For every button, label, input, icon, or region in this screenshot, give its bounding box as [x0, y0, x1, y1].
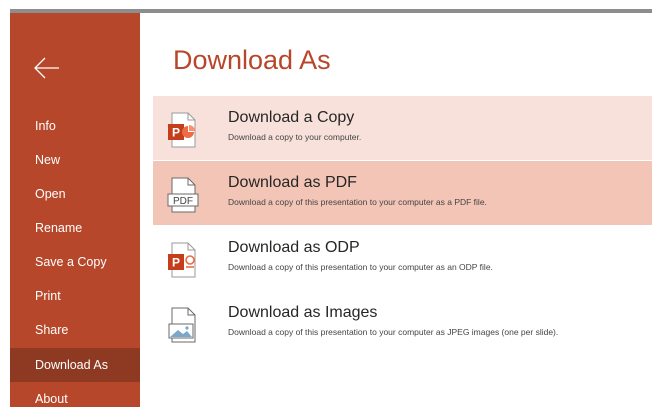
svg-text:PDF: PDF: [173, 196, 193, 207]
option-title: Download as ODP: [228, 239, 360, 256]
sidebar-item-share[interactable]: Share: [10, 313, 140, 347]
sidebar-item-new[interactable]: New: [10, 143, 140, 177]
option-description: Download a copy of this presentation to …: [228, 262, 493, 272]
sidebar-item-open[interactable]: Open: [10, 177, 140, 211]
sidebar-item-info[interactable]: Info: [10, 109, 140, 143]
image-file-icon: [168, 307, 196, 343]
window-left-edge: [0, 13, 10, 407]
download-odp-option[interactable]: P Download as ODP Download a copy of thi…: [153, 226, 652, 290]
svg-text:P: P: [172, 126, 180, 140]
pdf-file-icon: PDF: [167, 177, 199, 213]
backstage-sidebar: Info New Open Rename Save a Copy Print S…: [10, 13, 140, 407]
sidebar-item-rename[interactable]: Rename: [10, 211, 140, 245]
powerpoint-file-icon: P: [168, 112, 196, 148]
download-as-panel: Download As P Download a Copy Download a…: [140, 13, 652, 407]
option-title: Download as Images: [228, 304, 378, 321]
download-copy-option[interactable]: P Download a Copy Download a copy to you…: [153, 96, 652, 160]
sidebar-item-print[interactable]: Print: [10, 279, 140, 313]
odp-file-icon: P: [168, 242, 196, 278]
sidebar-item-download-as[interactable]: Download As: [10, 348, 140, 382]
option-description: Download a copy to your computer.: [228, 132, 362, 142]
back-arrow-icon[interactable]: [32, 53, 62, 83]
sidebar-item-about[interactable]: About: [10, 382, 140, 407]
option-title: Download as PDF: [228, 174, 357, 191]
option-description: Download a copy of this presentation to …: [228, 327, 559, 337]
svg-text:P: P: [172, 256, 180, 270]
download-pdf-option[interactable]: PDF Download as PDF Download a copy of t…: [153, 161, 652, 225]
option-title: Download a Copy: [228, 109, 355, 126]
option-description: Download a copy of this presentation to …: [228, 197, 487, 207]
download-images-option[interactable]: Download as Images Download a copy of th…: [153, 291, 652, 355]
sidebar-item-save-a-copy[interactable]: Save a Copy: [10, 245, 140, 279]
page-title: Download As: [173, 45, 331, 75]
